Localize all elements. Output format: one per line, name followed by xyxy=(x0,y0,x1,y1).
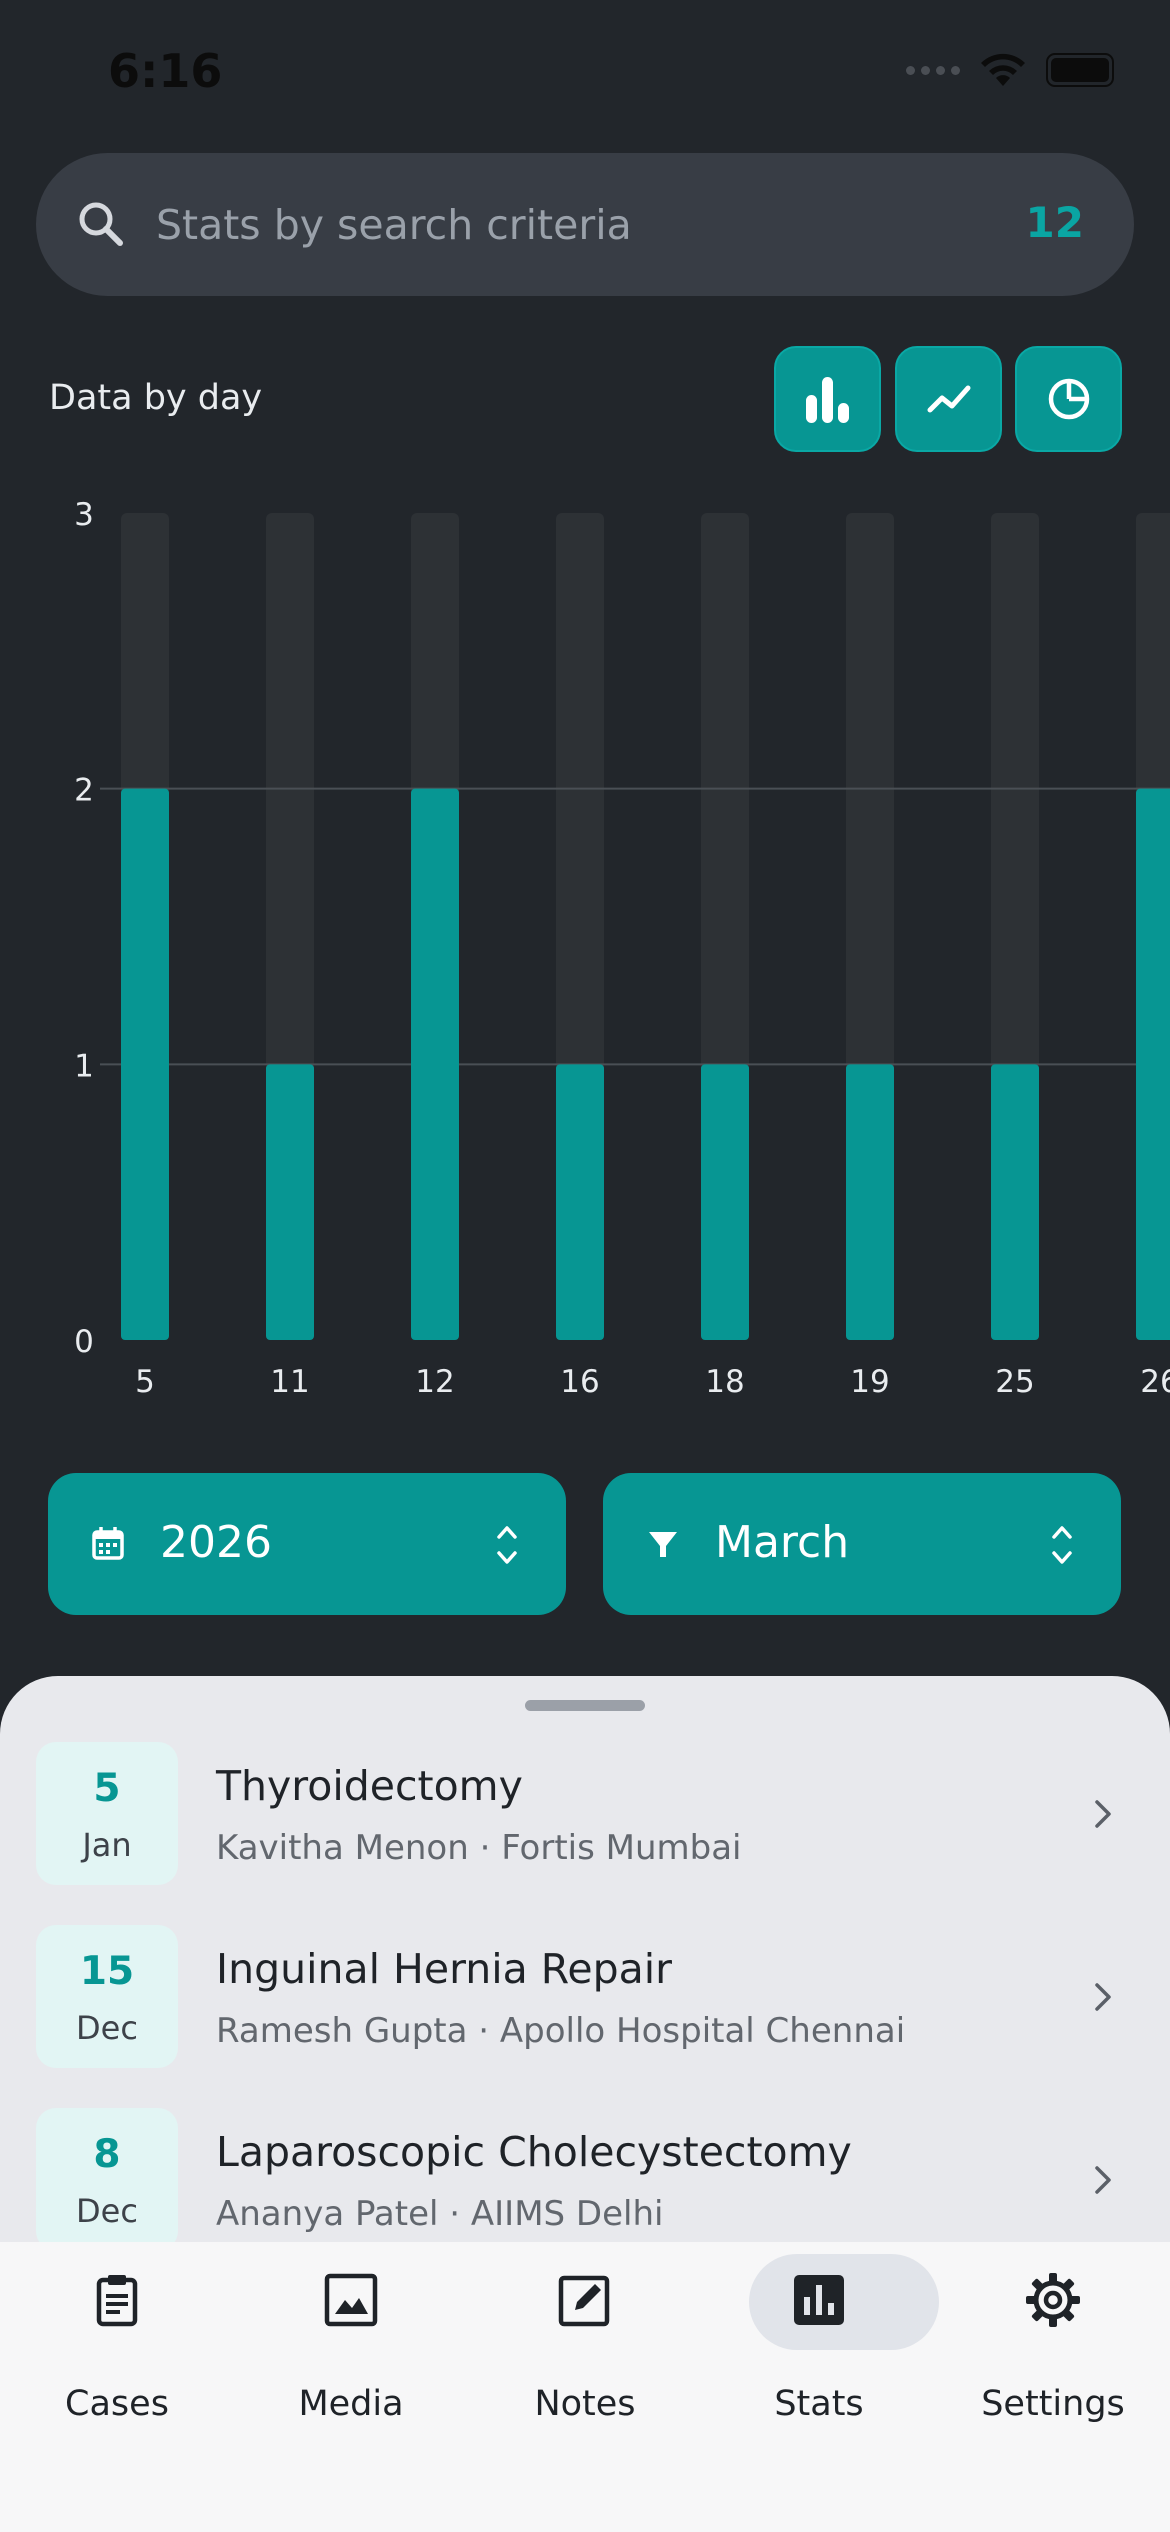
wifi-icon xyxy=(981,53,1025,86)
y-tick-label: 0 xyxy=(74,1324,94,1360)
x-tick-label: 5 xyxy=(135,1364,155,1400)
bar[interactable] xyxy=(556,1064,604,1340)
clipboard-icon xyxy=(96,2275,138,2327)
signal-icon xyxy=(906,65,960,75)
x-tick-label: 11 xyxy=(270,1364,309,1400)
stats-icon xyxy=(794,2275,844,2325)
case-subtitle: Ananya Patel · AIIMS Delhi xyxy=(216,2194,664,2234)
year-picker[interactable]: 2026 xyxy=(48,1473,566,1615)
bar-chart: 01235 11 12 16 18 19 25 26 xyxy=(74,497,1170,1400)
x-tick-label: 26 xyxy=(1140,1364,1170,1400)
tab-label: Cases xyxy=(65,2384,169,2424)
year-value: 2026 xyxy=(160,1517,272,1568)
case-row[interactable]: 8 Dec Laparoscopic Cholecystectomy Anany… xyxy=(0,2108,1170,2258)
tab-label: Settings xyxy=(981,2384,1125,2424)
status-time: 6:16 xyxy=(108,44,223,98)
tab-stats[interactable]: Stats xyxy=(702,2242,939,2442)
tab-label: Media xyxy=(298,2384,404,2424)
x-tick-label: 19 xyxy=(850,1364,889,1400)
bar[interactable] xyxy=(411,788,459,1340)
tab-label: Notes xyxy=(534,2384,636,2424)
case-date-month: Jan xyxy=(82,1826,132,1864)
pie-chart-icon xyxy=(1048,378,1089,420)
search-bar[interactable]: Stats by search criteria 12 xyxy=(36,153,1134,296)
case-date-badge: 15 Dec xyxy=(36,1925,178,2068)
case-date-month: Dec xyxy=(76,2192,138,2230)
case-row[interactable]: 5 Jan Thyroidectomy Kavitha Menon · Fort… xyxy=(0,1742,1170,1892)
tab-bar: Cases Media Notes Stats Settings xyxy=(0,2242,1170,2532)
search-placeholder: Stats by search criteria xyxy=(156,201,632,249)
calendar-icon xyxy=(92,1527,124,1560)
case-title: Laparoscopic Cholecystectomy xyxy=(216,2128,852,2176)
y-tick-label: 1 xyxy=(74,1048,94,1084)
chevron-right-icon xyxy=(1095,1983,1111,2011)
month-value: March xyxy=(715,1517,850,1568)
case-date-month: Dec xyxy=(76,2009,138,2047)
case-date-day: 15 xyxy=(79,1949,135,1994)
x-tick-label: 25 xyxy=(995,1364,1034,1400)
edit-note-icon xyxy=(558,2275,610,2327)
tab-notes[interactable]: Notes xyxy=(468,2242,702,2442)
bar[interactable] xyxy=(1136,788,1170,1340)
bar[interactable] xyxy=(121,788,169,1340)
bar[interactable] xyxy=(991,1064,1039,1340)
y-tick-label: 2 xyxy=(74,773,94,809)
tab-settings[interactable]: Settings xyxy=(936,2242,1170,2442)
section-title: Data by day xyxy=(49,378,263,418)
x-tick-label: 16 xyxy=(560,1364,599,1400)
case-date-day: 8 xyxy=(93,2132,121,2177)
case-date-badge: 8 Dec xyxy=(36,2108,178,2251)
filter-icon xyxy=(649,1532,677,1557)
bar-chart-button[interactable] xyxy=(774,346,881,452)
line-chart-button[interactable] xyxy=(895,346,1002,452)
battery-icon xyxy=(1046,53,1114,87)
status-icons xyxy=(906,52,1114,88)
search-icon xyxy=(79,202,123,246)
line-chart-icon xyxy=(927,385,970,413)
case-title: Thyroidectomy xyxy=(216,1762,523,1810)
tab-cases[interactable]: Cases xyxy=(0,2242,234,2442)
tab-media[interactable]: Media xyxy=(234,2242,468,2442)
case-row[interactable]: 15 Dec Inguinal Hernia Repair Ramesh Gup… xyxy=(0,1925,1170,2075)
case-title: Inguinal Hernia Repair xyxy=(216,1945,673,1993)
chevron-up-down-icon xyxy=(497,1526,517,1564)
chevron-right-icon xyxy=(1095,2166,1111,2194)
case-date-badge: 5 Jan xyxy=(36,1742,178,1885)
case-list-sheet[interactable]: 5 Jan Thyroidectomy Kavitha Menon · Fort… xyxy=(0,1676,1170,2336)
status-bar: 6:16 xyxy=(0,0,1170,140)
pie-chart-button[interactable] xyxy=(1015,346,1122,452)
bar[interactable] xyxy=(266,1064,314,1340)
sheet-drag-handle[interactable] xyxy=(525,1700,645,1711)
y-tick-label: 3 xyxy=(74,497,94,533)
case-subtitle: Ramesh Gupta · Apollo Hospital Chennai xyxy=(216,2011,906,2051)
tab-label: Stats xyxy=(774,2384,864,2424)
search-result-count: 12 xyxy=(1025,198,1084,247)
image-icon xyxy=(324,2273,378,2327)
bar-chart-icon xyxy=(805,377,849,423)
bar[interactable] xyxy=(846,1064,894,1340)
chevron-right-icon xyxy=(1095,1800,1111,1828)
gear-icon xyxy=(1026,2273,1080,2327)
bar[interactable] xyxy=(701,1064,749,1340)
x-tick-label: 18 xyxy=(705,1364,744,1400)
chevron-up-down-icon xyxy=(1052,1526,1072,1564)
x-tick-label: 12 xyxy=(415,1364,454,1400)
case-date-day: 5 xyxy=(93,1766,121,1811)
case-subtitle: Kavitha Menon · Fortis Mumbai xyxy=(216,1828,742,1868)
month-picker[interactable]: March xyxy=(603,1473,1121,1615)
